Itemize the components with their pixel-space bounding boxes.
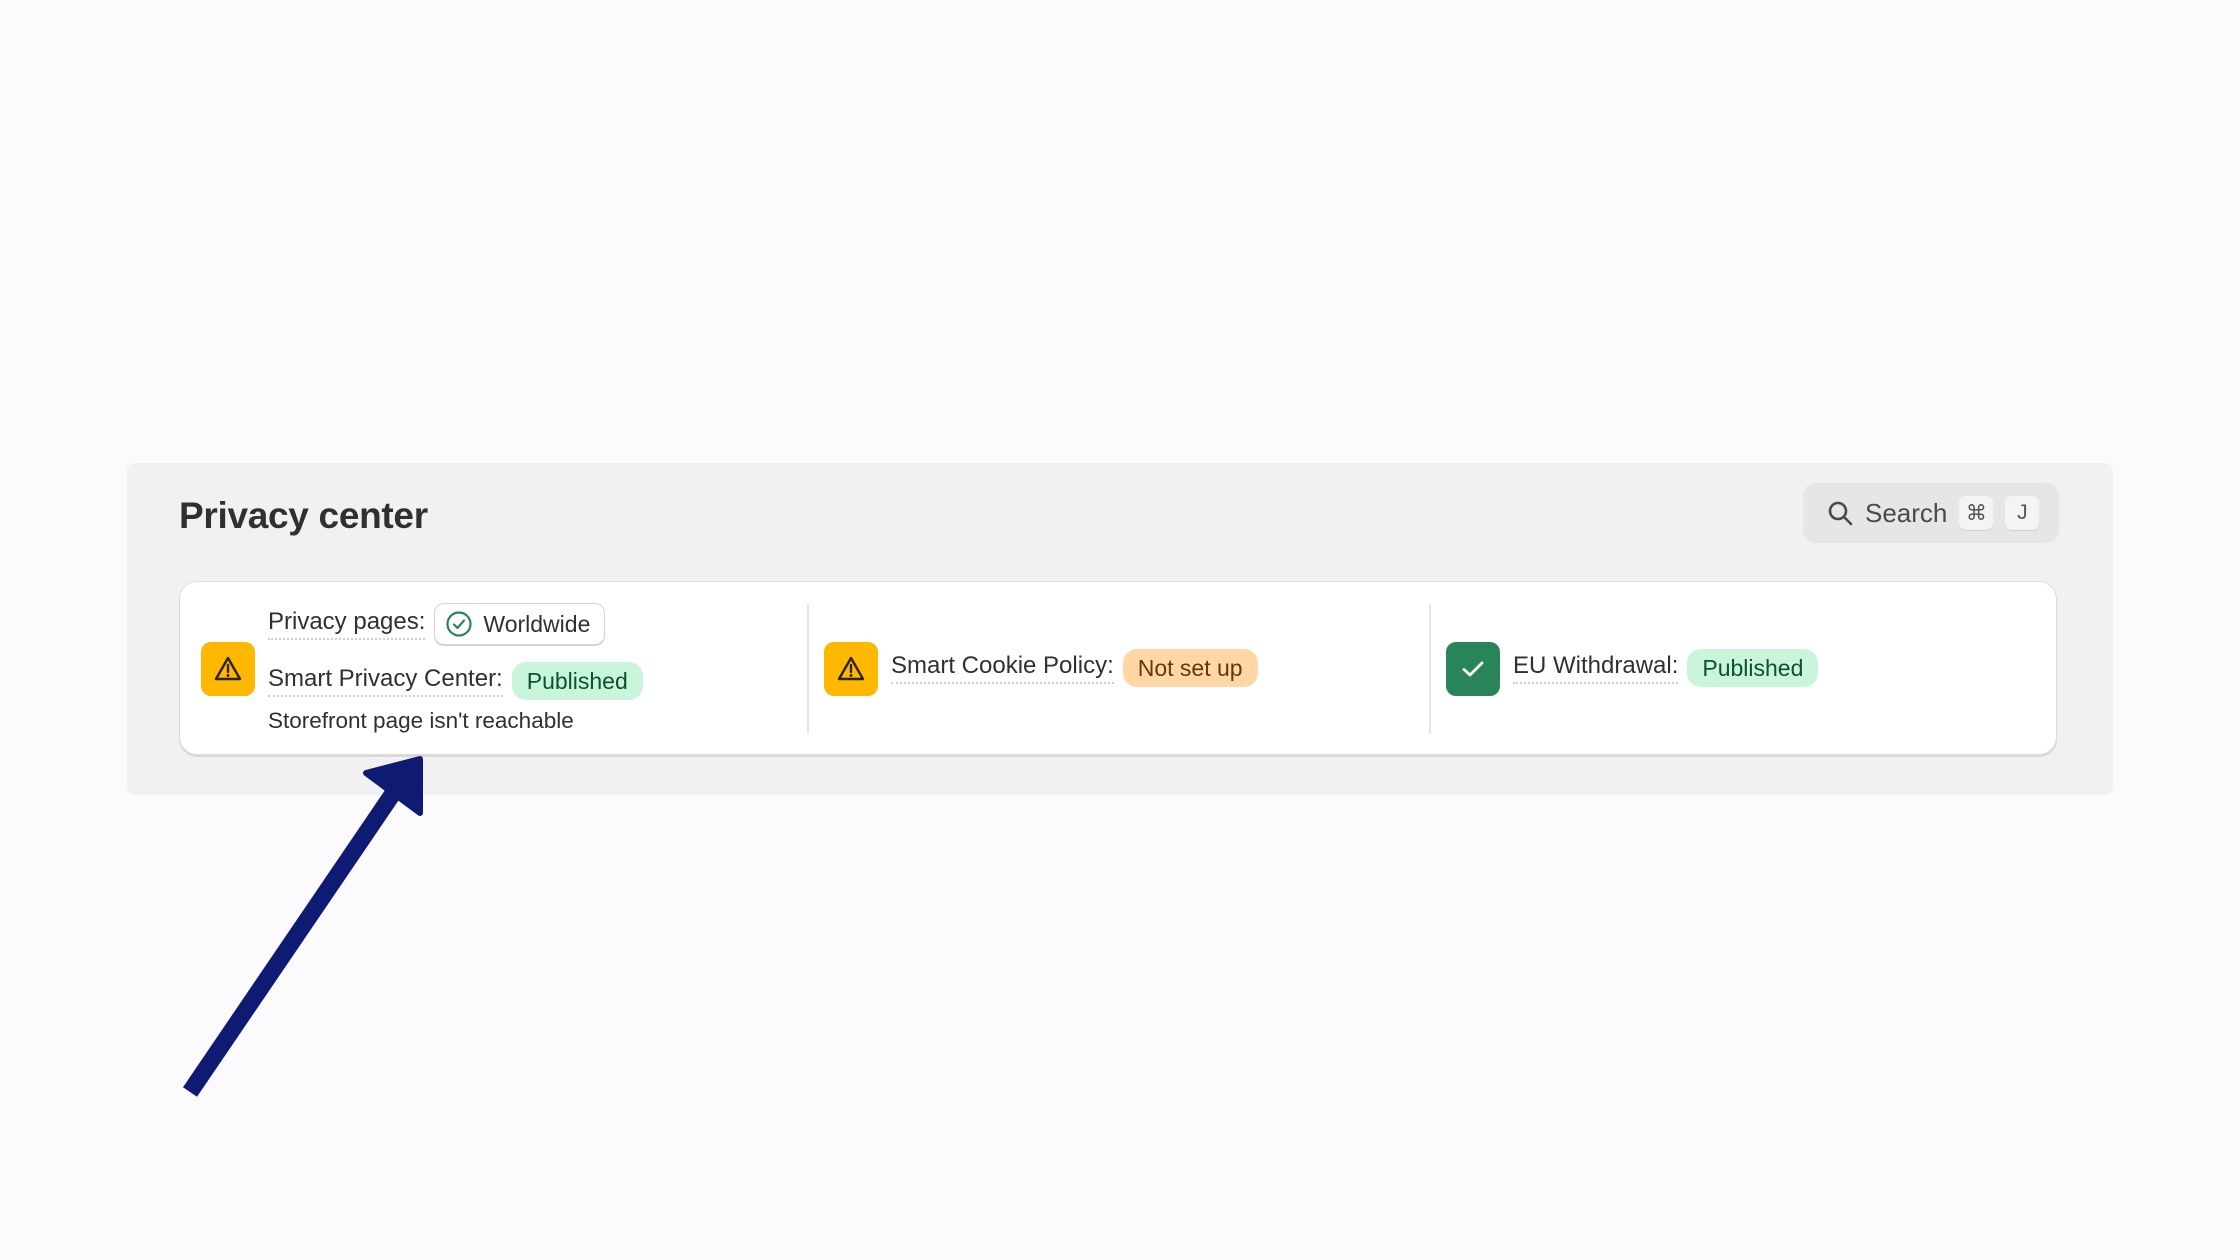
annotation-arrow (182, 756, 423, 1097)
